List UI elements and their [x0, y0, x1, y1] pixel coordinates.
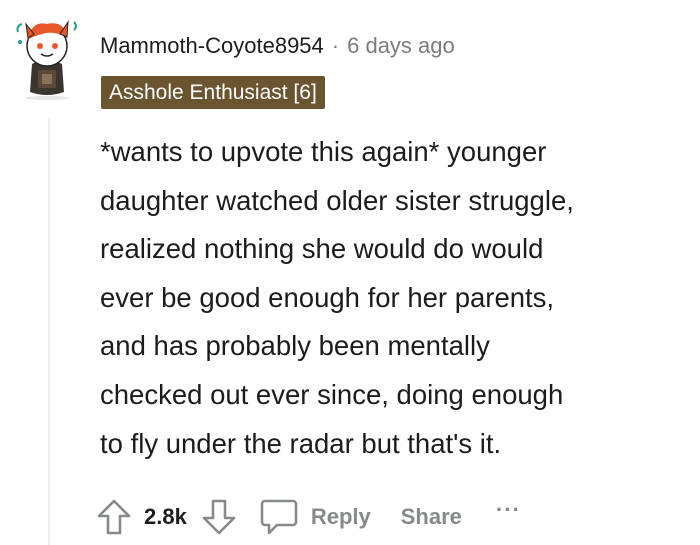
speech-bubble-icon [260, 499, 298, 535]
share-button[interactable]: Share [401, 504, 462, 530]
user-flair-badge: Asshole Enthusiast [6] [101, 76, 325, 109]
downvote-button[interactable] [201, 498, 237, 536]
meta-separator: · [331, 33, 340, 58]
comment-action-bar: 2.8k Reply Share ··· [96, 493, 521, 541]
more-options-button[interactable]: ··· [496, 497, 521, 523]
upvote-button[interactable] [96, 498, 132, 536]
comment-meta: Mammoth-Coyote8954 · 6 days ago [100, 28, 455, 64]
comment-body: *wants to upvote this again* younger dau… [100, 136, 574, 459]
username-link[interactable]: Mammoth-Coyote8954 [100, 28, 324, 64]
comment: Mammoth-Coyote8954 · 6 days ago Asshole … [0, 0, 700, 545]
user-avatar[interactable] [14, 12, 80, 100]
reply-label: Reply [310, 504, 371, 529]
thread-collapse-line[interactable] [48, 118, 50, 545]
vote-score: 2.8k [144, 504, 187, 529]
timestamp-link[interactable]: 6 days ago [347, 28, 455, 64]
reply-button[interactable]: Reply [259, 497, 371, 537]
arrow-down-outline-icon [202, 499, 236, 535]
arrow-up-outline-icon [97, 499, 131, 535]
